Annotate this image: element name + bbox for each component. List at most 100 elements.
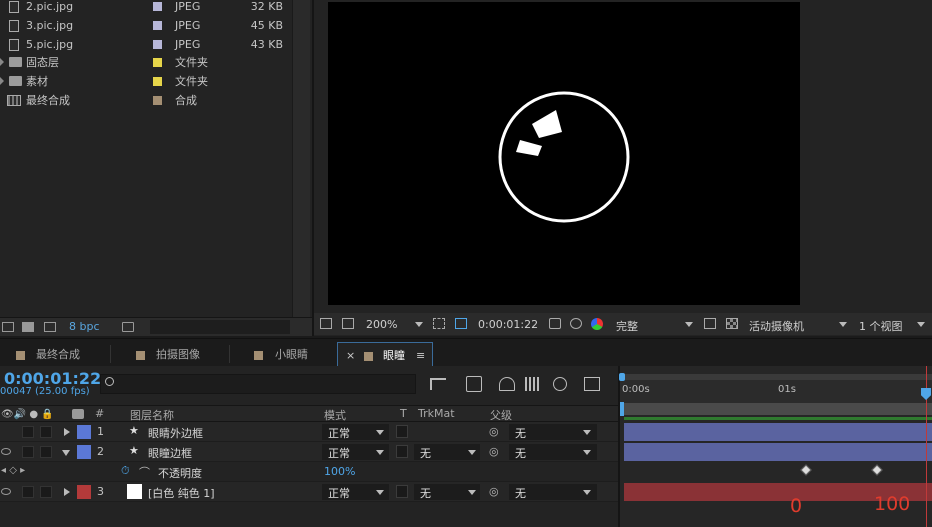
horizontal-scrollbar[interactable] [150,320,290,334]
draft-3d-icon[interactable] [466,376,482,392]
project-item[interactable]: 5.pic.jpg JPEG 43 KB [0,35,292,54]
stopwatch-icon[interactable]: ⏱ [121,464,130,478]
tab-final-comp[interactable]: 最终合成 [0,342,108,367]
label-swatch[interactable] [153,96,162,105]
layer-row[interactable]: 3 [白色 纯色 1] 正常 无 ◎ 无 [0,482,618,502]
eye-icon[interactable] [1,448,11,455]
track-matte-dropdown[interactable]: 无 [414,444,480,460]
close-icon[interactable]: × [346,343,355,368]
transparency-icon[interactable] [726,318,738,329]
chevron-down-icon[interactable] [839,322,847,327]
blend-mode-dropdown[interactable]: 正常 [322,444,389,460]
layer-label-swatch[interactable] [77,425,91,439]
preserve-transparency-checkbox[interactable] [396,445,408,458]
graph-icon[interactable]: ⌒ [139,464,150,480]
eye-icon[interactable] [1,488,11,495]
tab-pupil[interactable]: × 眼瞳 ≡ [337,342,433,367]
tab-small-eye[interactable]: 小眼睛 [236,342,334,367]
preserve-transparency-checkbox[interactable] [396,485,408,498]
interpret-footage-icon[interactable] [2,322,14,332]
graph-editor-icon[interactable] [584,377,600,391]
item-name: 3.pic.jpg [26,19,74,32]
expand-triangle-icon[interactable] [0,58,4,66]
keyframe-navigator-icon[interactable]: ◂ ◇ ▸ [1,465,25,476]
label-swatch[interactable] [153,77,162,86]
resolution-dropdown[interactable]: 完整 [616,318,638,334]
layer-name[interactable]: 眼瞳边框 [148,445,192,461]
layer-search-input[interactable] [100,374,416,394]
label-swatch[interactable] [153,21,162,30]
lock-switch[interactable] [40,426,52,438]
chevron-down-icon[interactable] [917,322,925,327]
work-area-start-handle[interactable] [620,402,624,416]
panel-menu-icon[interactable]: ≡ [416,343,425,368]
motion-blur-icon[interactable] [553,377,567,391]
track-matte-dropdown[interactable]: 无 [414,484,480,500]
property-row[interactable]: ◂ ◇ ▸ ⏱ ⌒ 不透明度 100% [0,462,618,482]
layer-label-swatch[interactable] [77,485,91,499]
blend-mode-dropdown[interactable]: 正常 [322,484,389,500]
parent-dropdown[interactable]: 无 [509,484,597,500]
layer-duration-bar[interactable] [624,423,932,441]
solo-switch[interactable] [22,446,34,458]
expand-triangle-icon[interactable] [64,488,70,496]
time-navigator-bar[interactable] [620,374,932,380]
new-composition-icon[interactable] [44,322,56,332]
project-folder[interactable]: 素材 文件夹 [0,72,292,91]
project-item[interactable]: 2.pic.jpg JPEG 32 KB [0,0,292,16]
layer-label-swatch[interactable] [77,445,91,459]
tab-shot-footage[interactable]: 拍摄图像 [118,342,226,367]
frame-blending-icon[interactable] [525,377,541,391]
layer-name[interactable]: [白色 纯色 1] [148,485,215,501]
hide-shy-layers-icon[interactable] [499,377,515,391]
fast-previews-icon[interactable] [704,318,716,329]
layer-duration-bar[interactable] [624,443,932,461]
label-swatch[interactable] [153,2,162,11]
always-preview-icon[interactable] [320,318,332,329]
expand-triangle-icon[interactable] [64,428,70,436]
lock-switch[interactable] [40,486,52,498]
parent-dropdown[interactable]: 无 [509,424,597,440]
preserve-transparency-checkbox[interactable] [396,425,408,438]
camera-dropdown[interactable]: 活动摄像机 [749,318,804,334]
transparency-grid-icon[interactable] [455,318,467,329]
camera-snapshot-icon[interactable] [549,318,561,329]
views-dropdown[interactable]: 1 个视图 [859,318,903,334]
comp-mini-flowchart-icon[interactable] [430,378,446,390]
composition-canvas[interactable] [328,2,800,305]
project-scrollbar[interactable] [292,0,310,318]
collapse-triangle-icon[interactable] [62,450,70,456]
solo-switch[interactable] [22,426,34,438]
parent-dropdown[interactable]: 无 [509,444,597,460]
time-navigator-start-handle[interactable] [619,373,625,381]
layer-row[interactable]: 2 ★ 眼瞳边框 正常 无 ◎ 无 [0,442,618,462]
monitor-icon[interactable] [342,318,354,329]
show-snapshot-icon[interactable] [570,318,582,329]
project-folder[interactable]: 固态层 文件夹 [0,53,292,72]
opacity-value[interactable]: 100% [324,465,355,478]
lock-switch[interactable] [40,446,52,458]
chevron-down-icon[interactable] [685,322,693,327]
region-of-interest-icon[interactable] [433,318,445,329]
header-layer-name[interactable]: 图层名称 [130,407,174,423]
project-item[interactable]: 3.pic.jpg JPEG 45 KB [0,16,292,35]
blend-mode-dropdown[interactable]: 正常 [322,424,389,440]
label-swatch[interactable] [153,40,162,49]
chevron-down-icon[interactable] [415,322,423,327]
label-swatch[interactable] [153,58,162,67]
layer-name[interactable]: 眼睛外边框 [148,425,203,441]
new-folder-icon[interactable] [22,322,34,332]
layer-row[interactable]: 1 ★ 眼睛外边框 正常 ◎ 无 [0,422,618,442]
color-channels-icon[interactable] [591,318,603,330]
solo-switch[interactable] [22,486,34,498]
expand-triangle-icon[interactable] [0,77,4,85]
zoom-dropdown[interactable]: 200% [366,318,397,331]
work-area-bar[interactable] [622,403,932,415]
pickwhip-icon[interactable]: ◎ [489,445,499,458]
bit-depth-button[interactable]: 8 bpc [69,320,100,333]
viewer-timecode[interactable]: 0:00:01:22 [478,318,538,331]
project-comp[interactable]: 最终合成 合成 [0,91,292,110]
pickwhip-icon[interactable]: ◎ [489,425,499,438]
pickwhip-icon[interactable]: ◎ [489,485,499,498]
trash-icon[interactable] [122,322,134,332]
